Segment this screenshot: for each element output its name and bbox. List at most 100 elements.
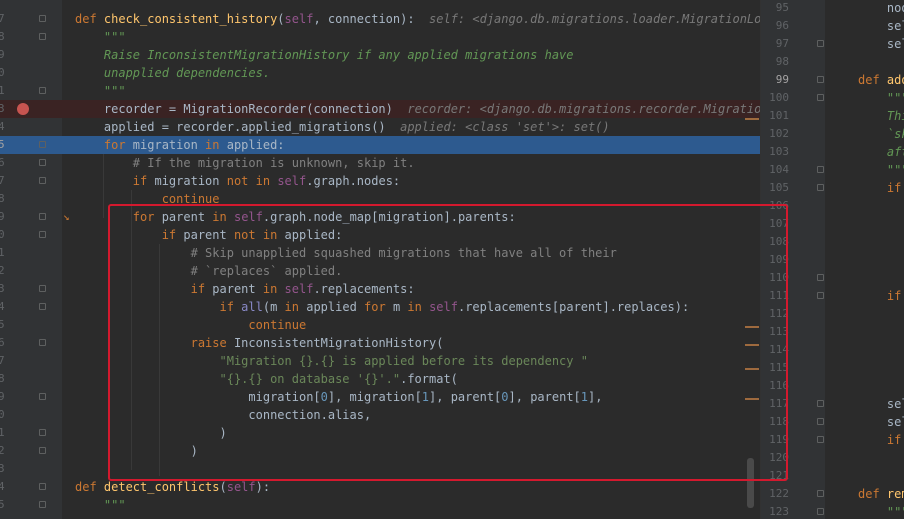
code-line[interactable]: 1 """	[0, 82, 760, 100]
right-code-line[interactable]: 122 def rem	[761, 485, 904, 503]
code-token: migration	[154, 174, 227, 188]
code-line[interactable]: 3 recorder = MigrationRecorder(connectio…	[0, 100, 760, 118]
code-text: unapplied dependencies.	[75, 64, 270, 82]
code-text: sel	[858, 413, 904, 431]
line-number: 8	[0, 372, 5, 385]
code-token: if	[75, 174, 155, 188]
code-token: self: <django.db.migrations.loader.Migra…	[429, 12, 760, 26]
code-token: applied:	[226, 138, 285, 152]
fold-marker-icon[interactable]	[39, 285, 46, 292]
code-text: """	[858, 503, 904, 519]
fold-marker-icon[interactable]	[817, 490, 824, 497]
fold-marker-icon[interactable]	[39, 429, 46, 436]
line-number: 103	[769, 145, 789, 158]
fold-marker-icon[interactable]	[39, 447, 46, 454]
right-code-line[interactable]: 99 def add	[761, 71, 904, 89]
fold-marker-icon[interactable]	[39, 303, 46, 310]
code-token: check_consistent_history	[103, 12, 278, 26]
code-token: nod	[858, 1, 904, 15]
line-number: 6	[0, 156, 5, 169]
code-text: for migration in applied:	[75, 136, 285, 154]
fold-marker-icon[interactable]	[817, 292, 824, 299]
fold-marker-icon[interactable]	[39, 483, 46, 490]
fold-marker-icon[interactable]	[817, 508, 824, 515]
fold-marker-icon[interactable]	[39, 231, 46, 238]
code-text: nod	[858, 0, 904, 17]
right-code-line[interactable]: 96 sel	[761, 17, 904, 35]
line-number: 101	[769, 109, 789, 122]
highlight-annotation-box	[108, 204, 788, 481]
code-token: """	[858, 163, 904, 177]
code-token: self	[277, 174, 307, 188]
fold-marker-icon[interactable]	[817, 184, 824, 191]
code-line[interactable]: 7 def check_consistent_history(self, conn…	[0, 10, 760, 28]
code-line[interactable]: 5 """	[0, 496, 760, 514]
code-token: if	[858, 433, 904, 447]
line-number: 2	[0, 444, 5, 457]
code-text: if	[858, 287, 904, 305]
fold-marker-icon[interactable]	[817, 274, 824, 281]
code-token: def	[75, 480, 104, 494]
code-text: if migration not in self.graph.nodes:	[75, 172, 400, 190]
code-text: """	[858, 89, 904, 107]
line-number: 123	[769, 505, 789, 518]
error-stripe-marker[interactable]	[745, 118, 759, 120]
code-line[interactable]: 5 for migration in applied:	[0, 136, 760, 154]
code-token: """	[75, 498, 126, 512]
fold-marker-icon[interactable]	[817, 166, 824, 173]
right-code-line[interactable]: 123 """	[761, 503, 904, 519]
line-number: 95	[775, 1, 789, 14]
fold-marker-icon[interactable]	[39, 213, 46, 220]
right-code-line[interactable]: 101 Thi	[761, 107, 904, 125]
code-text: sel	[858, 17, 904, 35]
right-code-line[interactable]: 103 aft	[761, 143, 904, 161]
line-number: 98	[775, 55, 789, 68]
line-number: 2	[0, 264, 5, 277]
code-editor: 7 def check_consistent_history(self, conn…	[0, 0, 904, 519]
code-token: def	[858, 487, 887, 501]
fold-marker-icon[interactable]	[817, 94, 824, 101]
line-number: 122	[769, 487, 789, 500]
code-text: """	[75, 28, 126, 46]
right-code-line[interactable]: 100 """	[761, 89, 904, 107]
line-number: 0	[0, 228, 5, 241]
fold-marker-icon[interactable]	[39, 501, 46, 508]
right-code-line[interactable]: 98	[761, 53, 904, 71]
code-line[interactable]: 4 applied = recorder.applied_migrations(…	[0, 118, 760, 136]
fold-marker-icon[interactable]	[817, 436, 824, 443]
code-token: .graph.nodes:	[306, 174, 401, 188]
code-line[interactable]: 0 unapplied dependencies.	[0, 64, 760, 82]
line-number: 105	[769, 181, 789, 194]
code-token: add	[886, 73, 904, 87]
fold-marker-icon[interactable]	[39, 339, 46, 346]
code-line[interactable]: 8 """	[0, 28, 760, 46]
right-code-line[interactable]: 102 `sk	[761, 125, 904, 143]
fold-marker-icon[interactable]	[39, 159, 46, 166]
code-text: # If the migration is unknown, skip it.	[75, 154, 415, 172]
code-line[interactable]: 9 Raise InconsistentMigrationHistory if …	[0, 46, 760, 64]
code-text: Raise InconsistentMigrationHistory if an…	[75, 46, 574, 64]
fold-marker-icon[interactable]	[39, 393, 46, 400]
code-line[interactable]: 6 # If the migration is unknown, skip it…	[0, 154, 760, 172]
right-code-line[interactable]: 105 if	[761, 179, 904, 197]
code-token: if	[858, 289, 904, 303]
line-number: 4	[0, 300, 5, 313]
fold-marker-icon[interactable]	[817, 418, 824, 425]
right-code-line[interactable]: 97 sel	[761, 35, 904, 53]
right-code-line[interactable]: 95 nod	[761, 0, 904, 17]
breakpoint-icon[interactable]	[17, 103, 29, 115]
fold-marker-icon[interactable]	[817, 400, 824, 407]
fold-marker-icon[interactable]	[817, 40, 824, 47]
right-code-line[interactable]: 104 """	[761, 161, 904, 179]
code-text: def check_consistent_history(self, conne…	[75, 10, 760, 28]
fold-marker-icon[interactable]	[39, 141, 46, 148]
fold-marker-icon[interactable]	[817, 76, 824, 83]
code-text: aft	[858, 143, 904, 161]
fold-marker-icon[interactable]	[39, 15, 46, 22]
code-line[interactable]: 7 if migration not in self.graph.nodes:	[0, 172, 760, 190]
fold-marker-icon[interactable]	[39, 87, 46, 94]
fold-marker-icon[interactable]	[39, 177, 46, 184]
line-number: 100	[769, 91, 789, 104]
line-number: 1	[0, 426, 5, 439]
fold-marker-icon[interactable]	[39, 33, 46, 40]
